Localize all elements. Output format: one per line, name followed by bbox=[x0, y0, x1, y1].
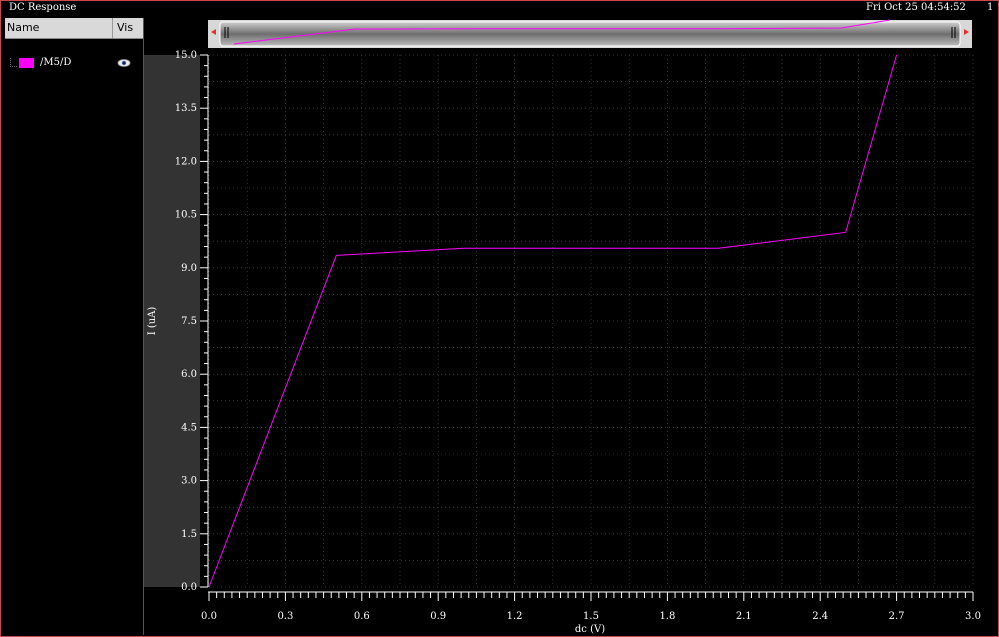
y-tick-label: 1.5 bbox=[181, 529, 197, 540]
chart-canvas: 0.0 0.3 0.6 0.9 1.2 1.5 1.8 2.1 2.4 2.7 3.0 0.0 1.5 3… bbox=[147, 19, 981, 635]
x-tick-label: 2.1 bbox=[736, 611, 752, 622]
tick-labels: 0.0 0.3 0.6 0.9 1.2 1.5 1.8 2.1 2.4 2.7 3.0 0.0 1.5 3… bbox=[175, 50, 981, 622]
y-tick-label: 0.0 bbox=[181, 582, 197, 593]
y-tick-label: 4.5 bbox=[181, 422, 197, 433]
x-tick-label: 1.8 bbox=[659, 611, 675, 622]
y-tick-label: 6.0 bbox=[181, 369, 197, 380]
y-tick-label: 13.5 bbox=[175, 103, 197, 114]
y-tick-label: 12.0 bbox=[175, 156, 197, 167]
y-tick-label: 3.0 bbox=[181, 476, 197, 487]
x-tick-label: 2.7 bbox=[889, 611, 905, 622]
axes bbox=[200, 54, 974, 601]
x-tick-label: 3.0 bbox=[965, 611, 981, 622]
grid bbox=[208, 54, 974, 588]
y-tick-label: 9.0 bbox=[181, 263, 197, 274]
x-tick-label: 0.0 bbox=[201, 611, 217, 622]
x-tick-label: 0.9 bbox=[430, 611, 446, 622]
x-tick-label: 2.4 bbox=[812, 611, 828, 622]
y-axis-label: I (uA) bbox=[147, 307, 158, 336]
x-tick-label: 0.3 bbox=[277, 611, 293, 622]
overview-thumb[interactable] bbox=[219, 21, 961, 47]
overview-scrollbar[interactable] bbox=[208, 19, 972, 48]
x-tick-label: 1.5 bbox=[583, 611, 599, 622]
y-tick-label: 7.5 bbox=[181, 316, 197, 327]
x-tick-label: 0.6 bbox=[354, 611, 370, 622]
x-tick-label: 1.2 bbox=[507, 611, 523, 622]
y-tick-label: 10.5 bbox=[175, 210, 197, 221]
x-axis-label: dc (V) bbox=[575, 624, 605, 635]
y-tick-label: 15.0 bbox=[175, 50, 197, 61]
